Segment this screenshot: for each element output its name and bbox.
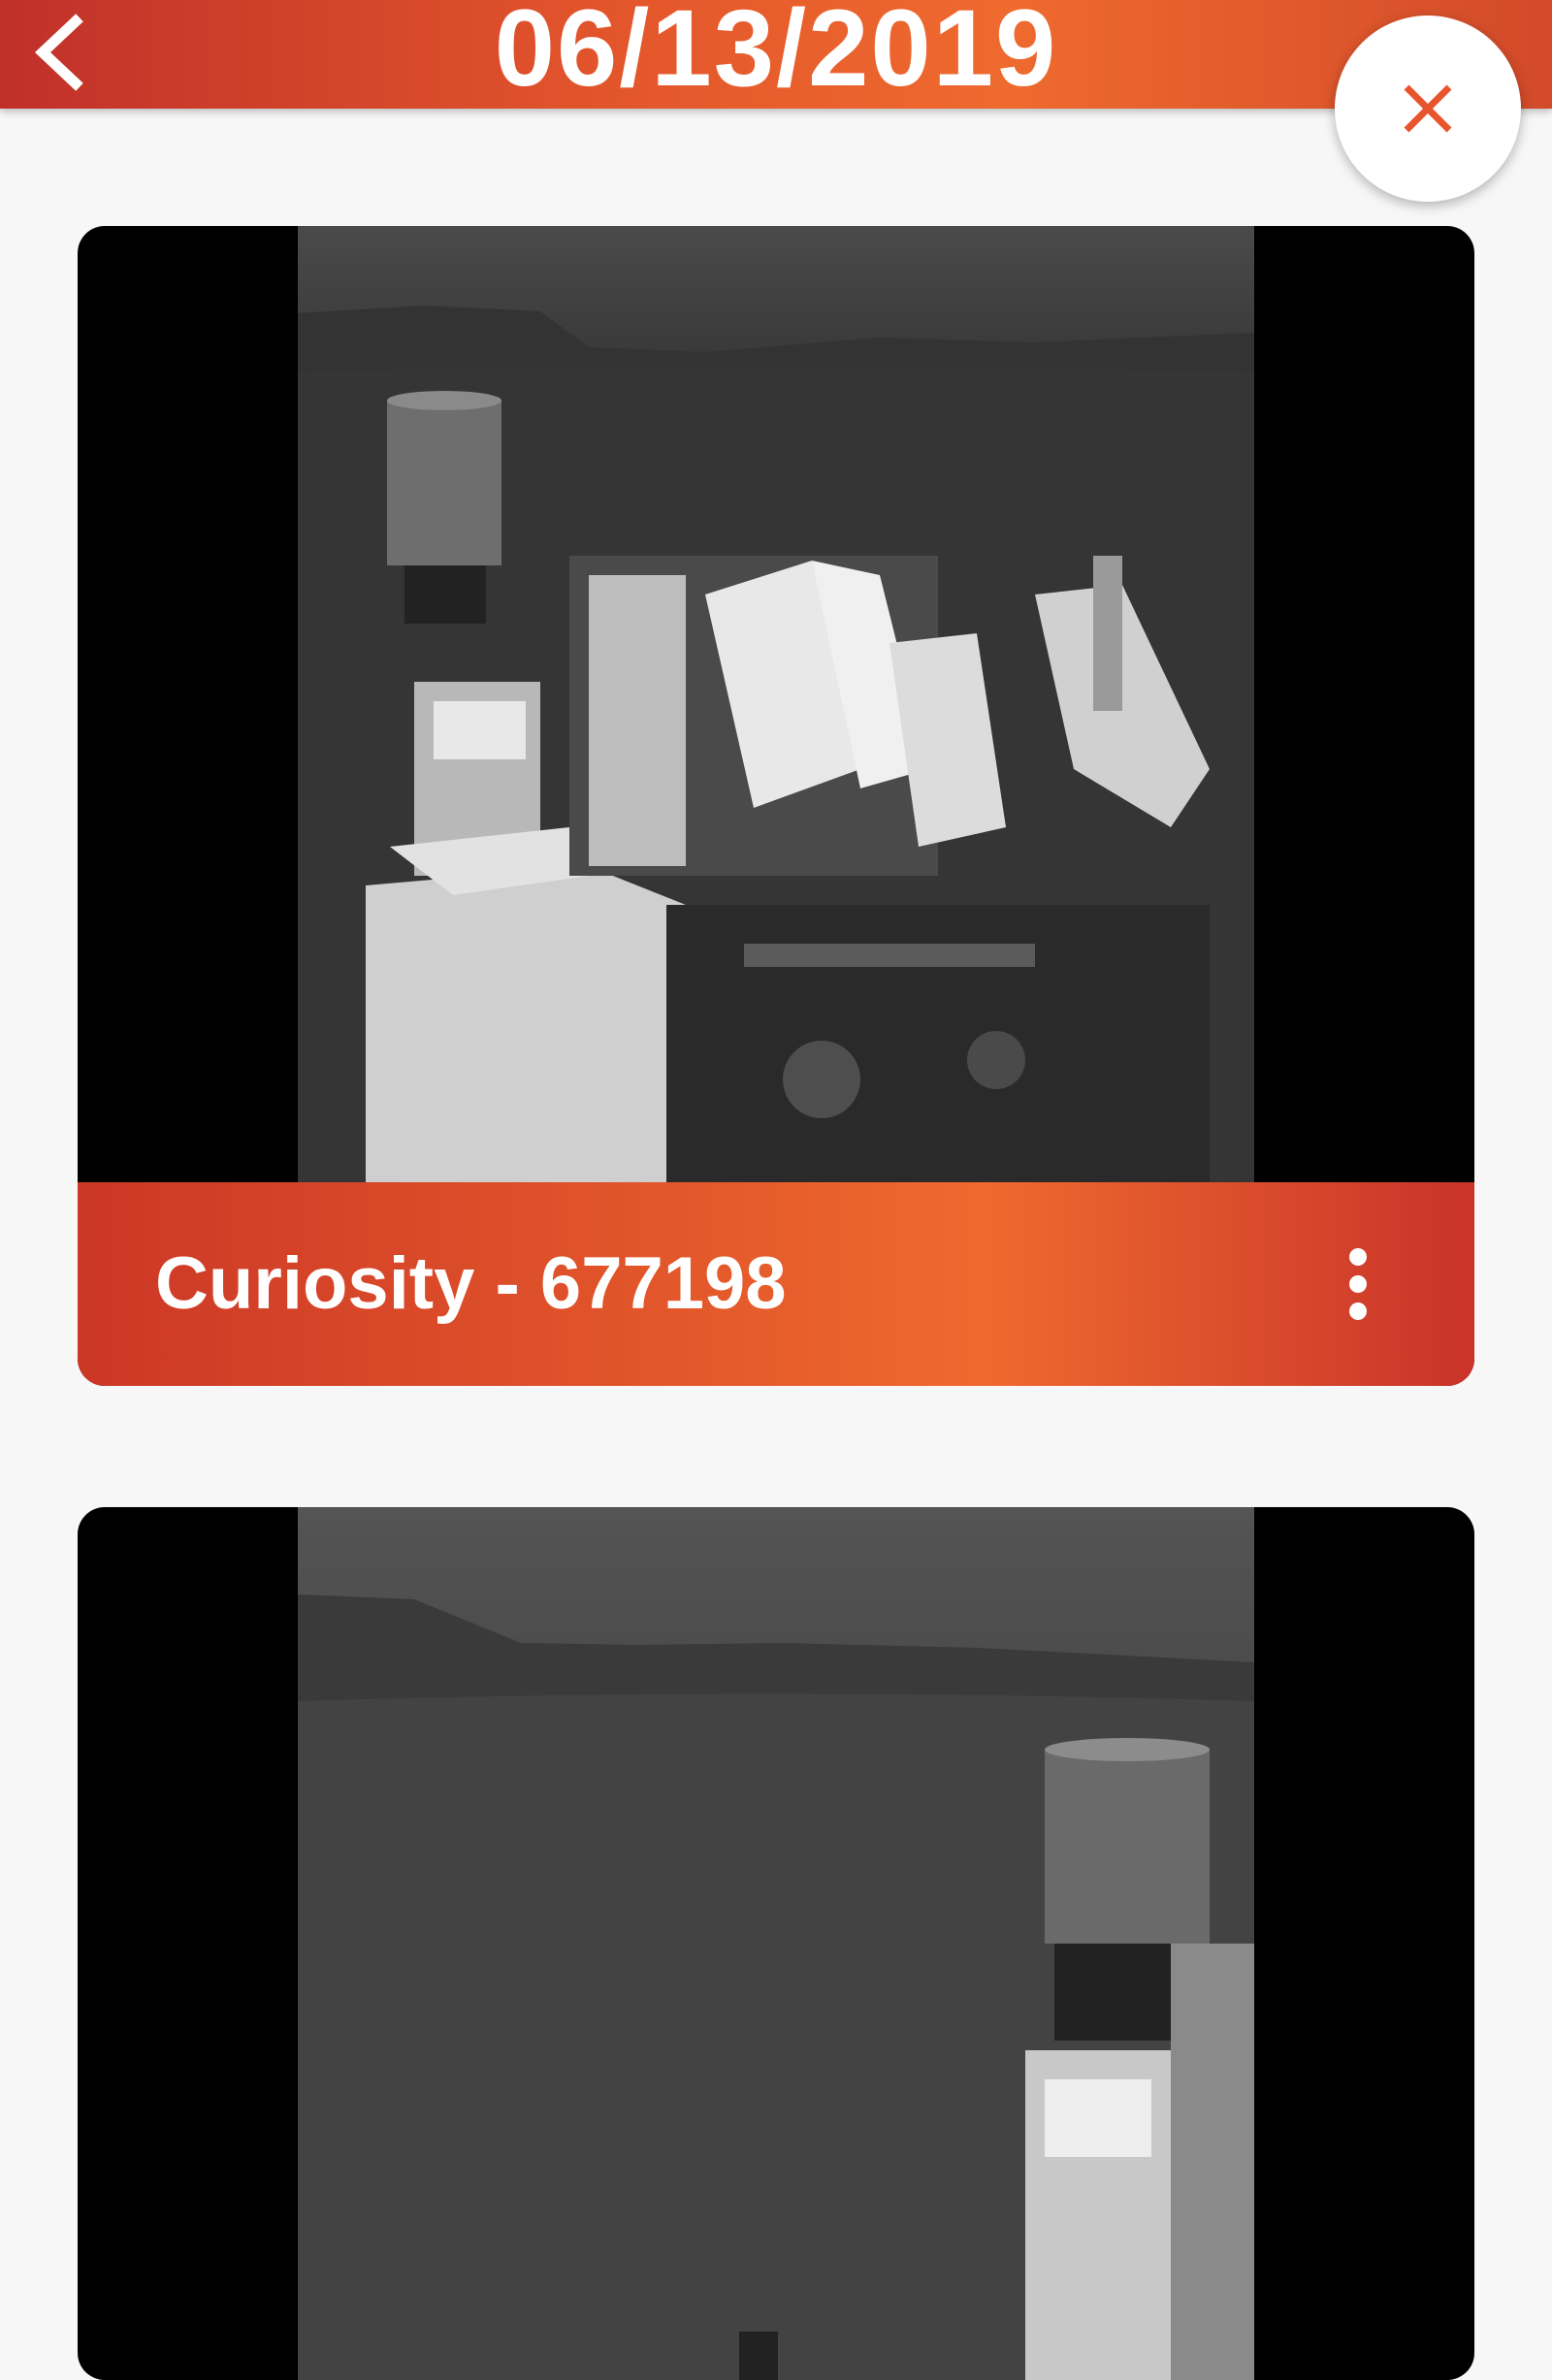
more-options-button[interactable] [1310, 1236, 1406, 1333]
app-header: 06/13/2019 [0, 0, 1552, 109]
photo-card[interactable] [78, 1507, 1474, 2380]
close-icon [1404, 84, 1452, 133]
mars-photo[interactable] [298, 1507, 1254, 2380]
photo-card-footer: Curiosity - 677198 [78, 1182, 1474, 1386]
photo-title: Curiosity - 677198 [155, 1242, 787, 1325]
more-vert-icon-dot [1349, 1303, 1367, 1320]
mars-photo[interactable] [298, 226, 1254, 1182]
page-title: 06/13/2019 [494, 0, 1058, 109]
photo-card[interactable]: Curiosity - 677198 [78, 226, 1474, 1386]
more-vert-icon [1349, 1248, 1367, 1266]
close-button[interactable] [1335, 16, 1521, 202]
more-vert-icon-dot [1349, 1275, 1367, 1293]
